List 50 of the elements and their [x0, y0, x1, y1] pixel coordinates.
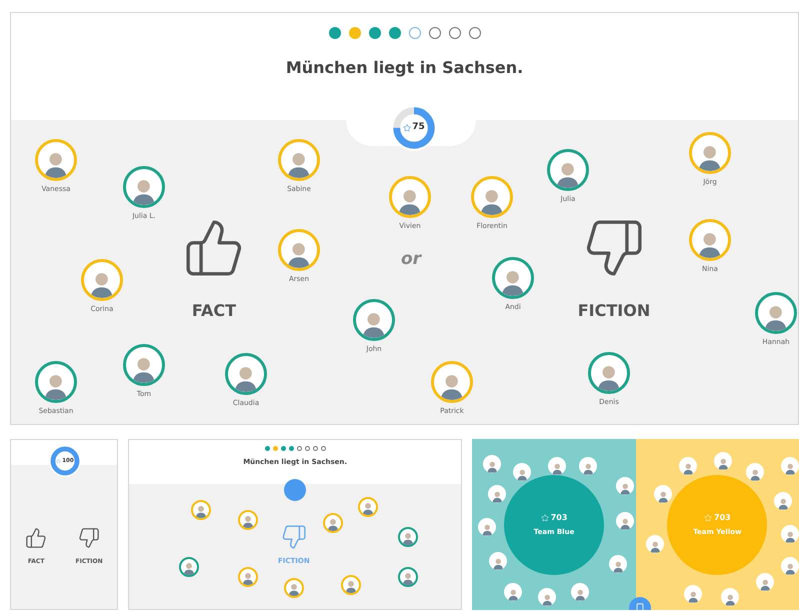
person-silhouette-icon	[481, 523, 494, 536]
star-icon	[540, 514, 549, 522]
person-silhouette-icon	[491, 490, 504, 503]
person-silhouette-icon	[657, 490, 670, 503]
thumbs-down-icon	[78, 527, 100, 549]
person-silhouette-icon	[777, 497, 790, 510]
person-silhouette-icon	[400, 571, 415, 585]
person-silhouette-icon	[784, 462, 797, 475]
person-silhouette-icon	[717, 457, 730, 470]
person-silhouette-icon	[784, 562, 797, 575]
person-silhouette-icon	[182, 561, 196, 575]
person-silhouette-icon	[649, 540, 662, 553]
person-silhouette-icon	[759, 578, 772, 591]
person-silhouette-icon	[240, 514, 255, 528]
person-silhouette-icon	[612, 560, 625, 573]
star-icon	[704, 514, 712, 522]
fiction-label: FICTION	[578, 300, 650, 322]
timer-badge	[284, 479, 306, 501]
team-score: 703	[550, 512, 568, 524]
person-silhouette-icon	[724, 593, 737, 606]
person-silhouette-icon	[619, 517, 632, 530]
fact-label: FACT	[192, 300, 236, 322]
team-score: 703	[714, 512, 731, 524]
question-text: München liegt in Sachsen.	[286, 57, 524, 79]
person-silhouette-icon	[492, 557, 505, 570]
person-silhouette-icon	[682, 462, 695, 475]
person-silhouette-icon	[749, 468, 762, 481]
person-silhouette-icon	[326, 517, 340, 531]
star-icon	[56, 458, 62, 464]
person-silhouette-icon	[551, 462, 564, 475]
thumbs-up-icon	[25, 527, 48, 549]
person-silhouette-icon	[240, 571, 255, 585]
person-silhouette-icon	[516, 468, 529, 481]
person-silhouette-icon	[286, 582, 301, 596]
person-silhouette-icon	[619, 482, 632, 495]
person-silhouette-icon	[687, 590, 700, 603]
thumbs-down-icon	[280, 524, 307, 550]
person-silhouette-icon	[360, 501, 375, 515]
person-silhouette-icon	[486, 460, 499, 473]
timer-reading: 75	[412, 121, 425, 134]
person-silhouette-icon	[784, 530, 797, 543]
star-icon	[403, 124, 412, 132]
person-silhouette-icon	[574, 588, 587, 601]
person-silhouette-icon	[541, 593, 554, 606]
person-silhouette-icon	[194, 504, 208, 518]
person-silhouette-icon	[507, 588, 520, 601]
person-silhouette-icon	[582, 462, 595, 475]
person-silhouette-icon	[400, 531, 415, 545]
or-text: or	[401, 248, 422, 271]
person-silhouette-icon	[344, 579, 358, 593]
